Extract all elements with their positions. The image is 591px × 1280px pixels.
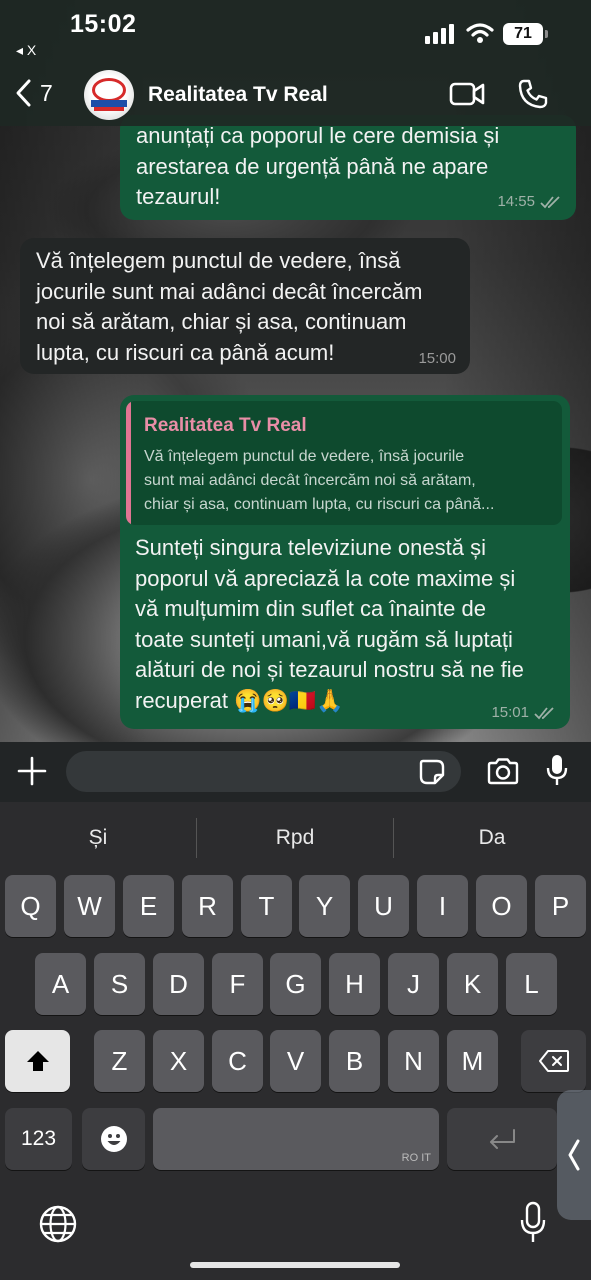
camera-icon[interactable]	[486, 757, 520, 785]
message-line: vă mulțumim din suflet ca înainte de	[135, 596, 486, 621]
message-line: alături de noi și tezaurul nostru să ne …	[135, 657, 524, 682]
key-c[interactable]: C	[212, 1030, 263, 1092]
message-line: noi să arătam, chiar și asa, continuam	[36, 309, 407, 334]
video-call-icon[interactable]	[449, 80, 486, 108]
quote-line: sunt mai adânci decât încercăm noi să ar…	[144, 472, 476, 489]
emoji-key[interactable]	[82, 1108, 145, 1170]
numbers-key[interactable]: 123	[5, 1108, 72, 1170]
key-n[interactable]: N	[388, 1030, 439, 1092]
read-ticks-icon	[534, 706, 554, 719]
message-line: toate sunteți umani,vă rugăm să luptați	[135, 626, 513, 652]
key-w[interactable]: W	[64, 875, 115, 937]
wifi-icon	[466, 23, 494, 43]
key-v[interactable]: V	[270, 1030, 321, 1092]
suggestion-1[interactable]: Și	[0, 826, 196, 850]
message-line: Sunteți singura televiziune onestă și	[135, 535, 486, 560]
quote-line: Vă înțelegem punctul de vedere, însă joc…	[144, 448, 465, 465]
chevron-left-icon	[16, 79, 31, 107]
key-u[interactable]: U	[358, 875, 409, 937]
message-line: Vă înțelegem punctul de vedere, însă	[36, 248, 401, 273]
key-b[interactable]: B	[329, 1030, 380, 1092]
message-line: poporul vă apreciază la cote maxime și	[135, 565, 516, 591]
key-r[interactable]: R	[182, 875, 233, 937]
key-e[interactable]: E	[123, 875, 174, 937]
shift-key[interactable]	[5, 1030, 70, 1092]
key-i[interactable]: I	[417, 875, 468, 937]
backspace-icon	[538, 1050, 569, 1072]
key-l[interactable]: L	[506, 953, 557, 1015]
home-indicator[interactable]	[190, 1262, 400, 1268]
quoted-message[interactable]: Realitatea Tv Real Vă înțelegem punctul …	[126, 401, 562, 525]
phone-call-icon[interactable]	[517, 78, 549, 110]
key-f[interactable]: F	[212, 953, 263, 1015]
key-g[interactable]: G	[270, 953, 321, 1015]
side-handle[interactable]	[557, 1090, 591, 1220]
message-text: Vă înțelegem punctul de vedere, însă joc…	[36, 246, 422, 368]
back-to-app[interactable]: ◂ X	[16, 42, 36, 59]
cellular-signal-icon	[425, 22, 454, 44]
shift-arrow-icon	[26, 1051, 49, 1071]
return-arrow-icon	[490, 1129, 515, 1149]
key-t[interactable]: T	[241, 875, 292, 937]
message-bubble-outgoing[interactable]: Realitatea Tv Real Vă înțelegem punctul …	[120, 395, 570, 729]
battery-indicator: 71	[503, 23, 548, 45]
space-key[interactable]: RO IT	[153, 1108, 439, 1170]
message-line: arestarea de urgență până ne apare	[136, 153, 489, 179]
unread-count: 7	[40, 79, 53, 106]
message-bubble-incoming[interactable]: Vă înțelegem punctul de vedere, însă joc…	[20, 238, 470, 374]
key-j[interactable]: J	[388, 953, 439, 1015]
plus-icon[interactable]	[16, 755, 48, 787]
message-text: anunțați ca poporul le cere demisia și a…	[136, 121, 499, 213]
key-y[interactable]: Y	[299, 875, 350, 937]
message-line: recuperat 😭🥺🇷🇴🙏	[135, 687, 344, 713]
key-p[interactable]: P	[535, 875, 586, 937]
message-line: jocurile sunt mai adânci decât încercăm	[36, 278, 423, 304]
key-s[interactable]: S	[94, 953, 145, 1015]
backspace-key[interactable]	[521, 1030, 586, 1092]
key-o[interactable]: O	[476, 875, 527, 937]
message-input[interactable]	[66, 751, 461, 792]
key-q[interactable]: Q	[5, 875, 56, 937]
key-a[interactable]: A	[35, 953, 86, 1015]
quote-line: chiar și asa, continuam lupta, cu riscur…	[144, 496, 495, 513]
back-button[interactable]: 7	[14, 78, 53, 108]
key-z[interactable]: Z	[94, 1030, 145, 1092]
message-text: Sunteți singura televiziune onestă și po…	[135, 533, 524, 716]
key-h[interactable]: H	[329, 953, 380, 1015]
suggestion-2[interactable]: Rpd	[197, 826, 393, 850]
quote-author: Realitatea Tv Real	[144, 415, 307, 436]
message-time: 15:00	[418, 350, 456, 367]
avatar-logo-ring	[92, 78, 126, 102]
message-line: lupta, cu riscuri ca până acum!	[36, 339, 335, 365]
message-time: 14:55	[497, 193, 535, 210]
read-ticks-icon	[540, 195, 560, 208]
key-d[interactable]: D	[153, 953, 204, 1015]
message-meta: 14:55	[497, 193, 562, 210]
status-time: 15:02	[70, 10, 137, 38]
chevron-left-icon	[568, 1139, 580, 1171]
message-meta: 15:01	[491, 704, 556, 721]
avatar[interactable]	[84, 70, 134, 120]
message-line: tezaurul!	[136, 184, 221, 209]
avatar-logo-band	[94, 107, 124, 111]
keyboard-dictation-icon[interactable]	[519, 1201, 547, 1245]
globe-icon[interactable]	[38, 1204, 78, 1244]
quote-text: Vă înțelegem punctul de vedere, însă joc…	[144, 445, 552, 517]
message-time: 15:01	[491, 704, 529, 721]
message-bubble-outgoing[interactable]: anunțați ca poporul le cere demisia și a…	[120, 115, 576, 220]
suggestion-3[interactable]: Da	[394, 826, 590, 850]
chat-title[interactable]: Realitatea Tv Real	[148, 83, 328, 107]
emoji-icon	[100, 1126, 127, 1152]
avatar-logo-band	[91, 100, 127, 107]
quote-accent-bar	[126, 401, 131, 525]
space-key-language-hint: RO IT	[401, 1152, 431, 1164]
key-k[interactable]: K	[447, 953, 498, 1015]
microphone-icon[interactable]	[545, 753, 569, 787]
key-x[interactable]: X	[153, 1030, 204, 1092]
sticker-icon[interactable]	[418, 758, 446, 786]
chat-header: 15:02 ◂ X 71 7 Realitatea Tv Real	[0, 0, 591, 126]
message-meta: 15:00	[418, 350, 456, 367]
key-m[interactable]: M	[447, 1030, 498, 1092]
return-key[interactable]	[447, 1108, 557, 1170]
